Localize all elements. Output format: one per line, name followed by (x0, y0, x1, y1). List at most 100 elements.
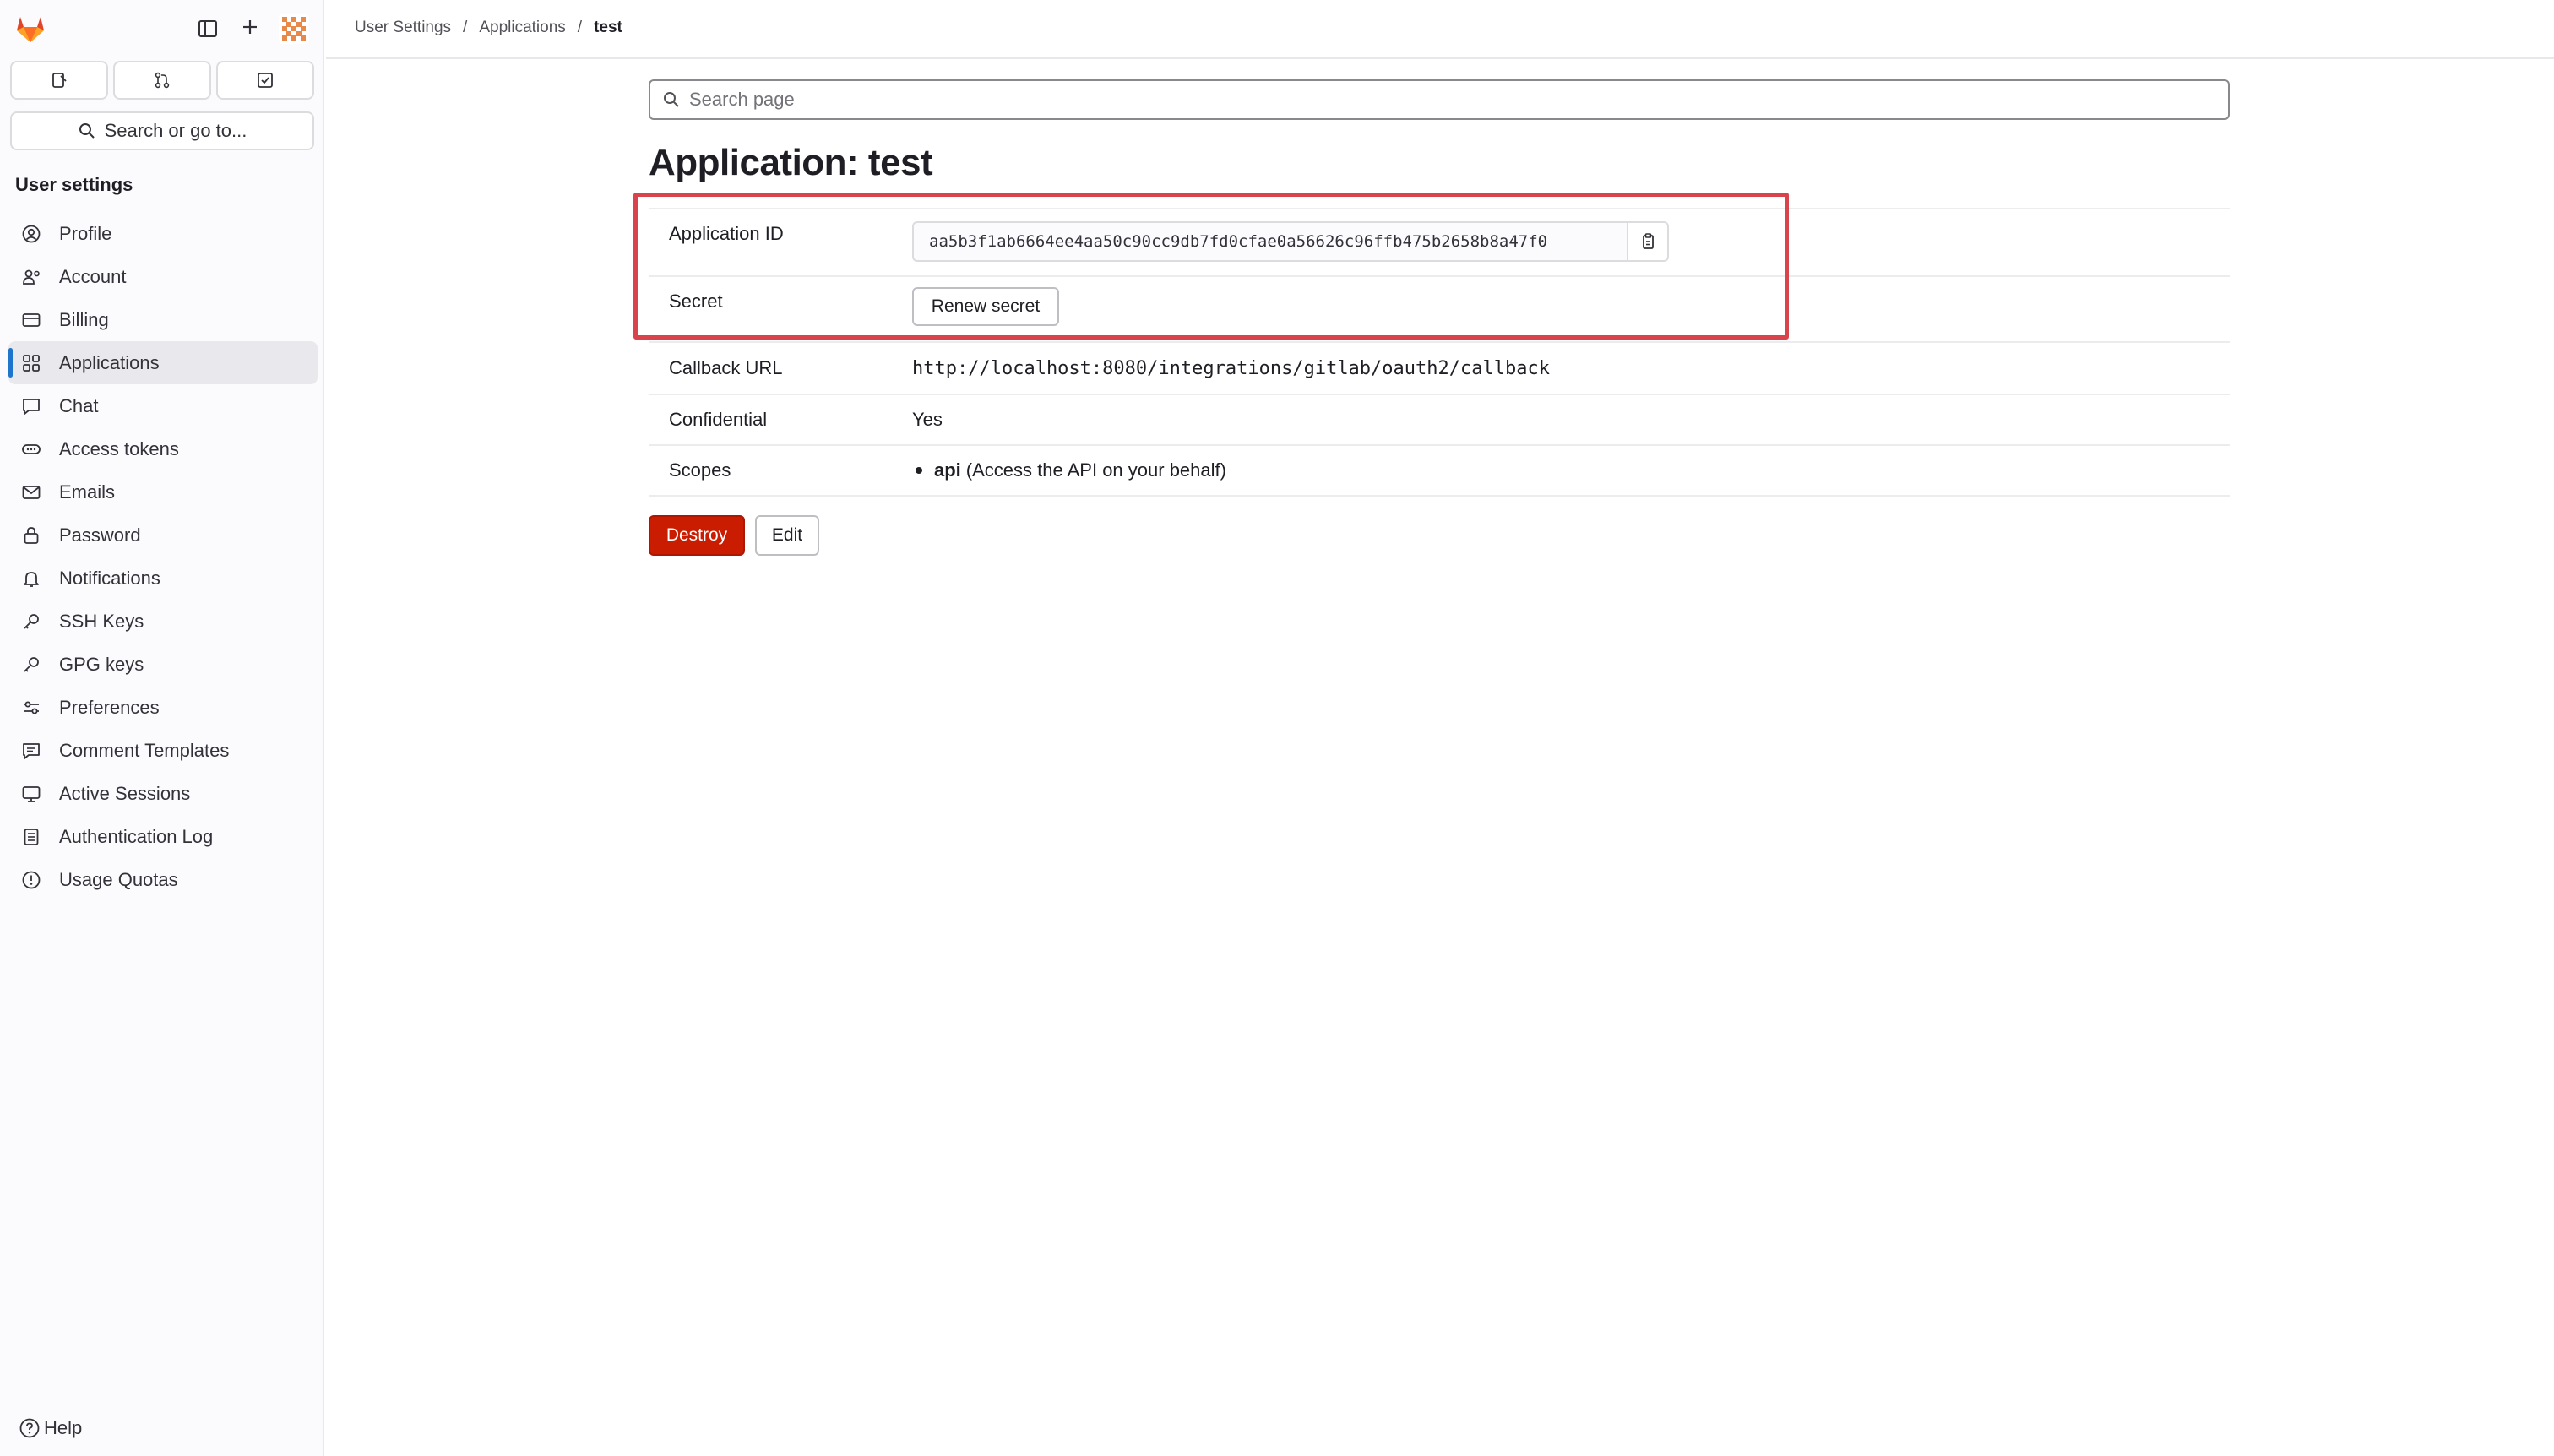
account-icon (20, 266, 42, 288)
callback-url-label: Callback URL (669, 357, 783, 378)
sidebar-item-label: Authentication Log (59, 825, 214, 847)
sidebar-item-usage-quotas[interactable]: Usage Quotas (8, 858, 318, 901)
callback-url-row: Callback URL http://localhost:8080/integ… (649, 341, 2230, 394)
sidebar-item-applications[interactable]: Applications (8, 341, 318, 384)
sidebar-top (0, 0, 324, 57)
secret-label: Secret (669, 291, 723, 312)
sidebar-item-label: Password (59, 524, 141, 546)
bullet (916, 467, 922, 474)
todo-button[interactable] (216, 61, 314, 100)
token-icon (20, 438, 42, 460)
sidebar-nav: Profile Account Billing Applications Cha… (8, 212, 318, 901)
copy-icon (1643, 233, 1654, 249)
issues-icon (52, 73, 67, 88)
comment-icon (20, 740, 42, 762)
sidebar-item-label: SSH Keys (59, 610, 144, 632)
breadcrumb: User Settings / Applications / test (355, 19, 622, 37)
sidebar-item-chat[interactable]: Chat (8, 384, 318, 427)
avatar[interactable] (279, 14, 309, 44)
sidebar-item-label: Notifications (59, 567, 160, 589)
search-icon (664, 92, 679, 107)
help-label: Help (44, 1417, 83, 1438)
secret-value-cell: Renew secret (912, 277, 1059, 341)
renew-secret-button[interactable]: Renew secret (912, 287, 1059, 326)
sidebar: Search or go to... User settings Profile… (0, 0, 324, 1456)
scope-list-item: api (Access the API on your behalf) (912, 459, 1226, 481)
scope-name: api (934, 459, 961, 481)
application-id-input-group: aa5b3f1ab6664ee4aa50c90cc9db7fd0cfae0a56… (912, 221, 1669, 262)
sidebar-item-label: Active Sessions (59, 782, 191, 804)
todo-icon (258, 73, 273, 88)
profile-icon (20, 223, 42, 245)
sidebar-item-label: Usage Quotas (59, 868, 178, 890)
sidebar-item-authentication-log[interactable]: Authentication Log (8, 815, 318, 858)
breadcrumb-user-settings[interactable]: User Settings (355, 19, 451, 37)
top-bar: User Settings / Applications / test (326, 0, 2554, 59)
chat-icon (20, 395, 42, 417)
merge-requests-button[interactable] (113, 61, 211, 100)
sidebar-item-gpg-keys[interactable]: GPG keys (8, 643, 318, 686)
lock-icon (20, 524, 42, 546)
secret-row: Secret Renew secret (649, 275, 2230, 341)
sidebar-item-access-tokens[interactable]: Access tokens (8, 427, 318, 470)
search-page-placeholder: Search page (689, 89, 795, 110)
quick-actions (10, 61, 314, 100)
issues-button[interactable] (10, 61, 108, 100)
form-actions: Destroy Edit (649, 515, 819, 556)
search-or-go-button[interactable]: Search or go to... (10, 111, 314, 150)
sidebar-item-billing[interactable]: Billing (8, 298, 318, 341)
search-icon (79, 123, 95, 139)
application-details: Application ID aa5b3f1ab6664ee4aa50c90cc… (649, 208, 2230, 497)
scopes-row: Scopes api (Access the API on your behal… (649, 444, 2230, 497)
sidebar-item-comment-templates[interactable]: Comment Templates (8, 729, 318, 772)
application-id-field[interactable]: aa5b3f1ab6664ee4aa50c90cc9db7fd0cfae0a56… (912, 221, 1627, 262)
application-id-value-cell: aa5b3f1ab6664ee4aa50c90cc9db7fd0cfae0a56… (912, 209, 1669, 275)
callback-url-value: http://localhost:8080/integrations/gitla… (912, 357, 1550, 379)
sidebar-item-label: Chat (59, 394, 99, 416)
gitlab-logo-icon[interactable] (14, 12, 47, 46)
confidential-row: Confidential Yes (649, 394, 2230, 444)
applications-icon (20, 352, 42, 374)
sidebar-item-profile[interactable]: Profile (8, 212, 318, 255)
help-icon (19, 1418, 40, 1438)
sidebar-item-label: GPG keys (59, 653, 144, 675)
sidebar-item-label: Preferences (59, 696, 160, 718)
bell-icon (20, 568, 42, 589)
key-icon (20, 611, 42, 633)
breadcrumb-separator: / (577, 19, 583, 36)
application-id-label: Application ID (669, 223, 784, 244)
search-or-go-label: Search or go to... (104, 120, 247, 141)
copy-application-id-button[interactable] (1627, 221, 1669, 262)
billing-icon (20, 309, 42, 331)
scopes-label: Scopes (669, 459, 731, 481)
sidebar-item-label: Access tokens (59, 437, 179, 459)
search-page-input[interactable]: Search page (649, 79, 2230, 120)
sidebar-item-label: Emails (59, 481, 116, 503)
scope-description: (Access the API on your behalf) (965, 459, 1226, 481)
sidebar-item-emails[interactable]: Emails (8, 470, 318, 513)
edit-button[interactable]: Edit (755, 515, 819, 556)
sidebar-item-label: Account (59, 265, 127, 287)
breadcrumb-applications[interactable]: Applications (479, 19, 565, 37)
quota-icon (20, 869, 42, 891)
create-new-icon[interactable] (238, 15, 262, 41)
help-button[interactable]: Help (19, 1417, 82, 1439)
log-icon (20, 826, 42, 848)
page-title: Application: test (649, 142, 933, 183)
sidebar-item-password[interactable]: Password (8, 513, 318, 557)
breadcrumb-separator: / (463, 19, 468, 36)
breadcrumb-current[interactable]: test (594, 19, 622, 37)
sidebar-item-preferences[interactable]: Preferences (8, 686, 318, 729)
sidebar-toggle-icon[interactable] (196, 17, 220, 41)
mail-icon (20, 481, 42, 503)
sidebar-item-label: Profile (59, 222, 112, 244)
preferences-icon (20, 697, 42, 719)
sidebar-item-account[interactable]: Account (8, 255, 318, 298)
sidebar-item-label: Applications (59, 351, 160, 373)
sidebar-item-ssh-keys[interactable]: SSH Keys (8, 600, 318, 643)
destroy-button[interactable]: Destroy (649, 515, 745, 556)
sidebar-item-active-sessions[interactable]: Active Sessions (8, 772, 318, 815)
sidebar-item-notifications[interactable]: Notifications (8, 557, 318, 600)
application-id-row: Application ID aa5b3f1ab6664ee4aa50c90cc… (649, 208, 2230, 275)
key-icon (20, 654, 42, 676)
